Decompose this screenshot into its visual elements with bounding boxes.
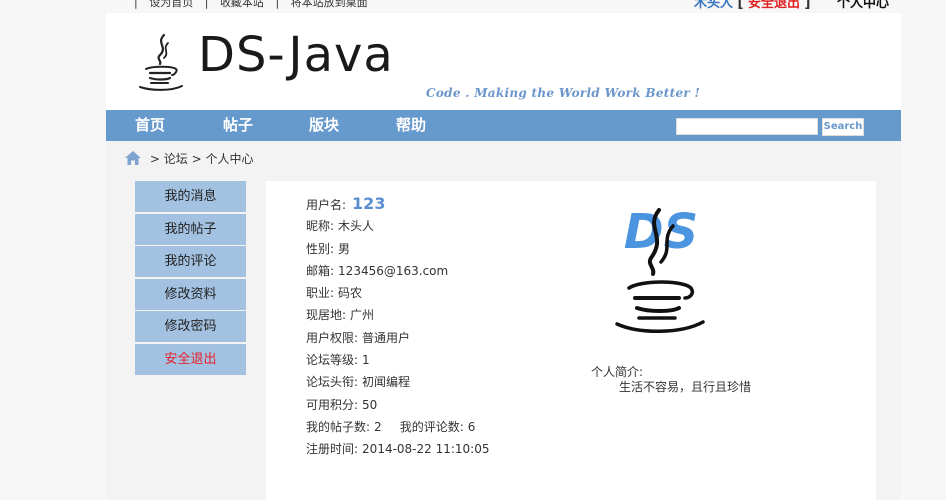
breadcrumb-current: 个人中心 (205, 152, 254, 166)
sidebar-item-my-comments[interactable]: 我的评论 (135, 246, 246, 277)
avatar-ds-badge-icon: DS (624, 206, 698, 260)
profile-row-register: 注册时间: 2014-08-22 11:10:05 (306, 438, 490, 460)
search-button[interactable]: Search (822, 118, 864, 136)
field-value: 50 (362, 397, 378, 412)
top-links: | 设为首页 | 收藏本站 | 将本站放到桌面 (126, 0, 368, 10)
field-label: 论坛头衔: (306, 375, 359, 390)
bio-text: 生活不容易，且行且珍惜 (619, 380, 752, 394)
bio-label: 个人简介: (591, 365, 644, 379)
field-value: 123456@163.com (338, 263, 449, 278)
sidebar-item-logout[interactable]: 安全退出 (135, 343, 246, 375)
field-label: 职业: (306, 286, 335, 301)
desktop-shortcut-link[interactable]: 将本站放到桌面 (291, 0, 368, 9)
field-value: 普通用户 (362, 330, 411, 345)
bracket: [ (737, 0, 749, 11)
svg-text:DS: DS (624, 206, 698, 260)
field-value: 1 (362, 353, 370, 368)
profile-info: 用户名: 123 昵称: 木头人 性别: 男 邮箱: 123456@163.com 职业… (306, 193, 490, 461)
comments-count-label: 我的评论数: (399, 419, 464, 434)
field-label: 论坛等级: (306, 353, 359, 368)
sidebar-item-my-posts[interactable]: 我的帖子 (135, 213, 246, 245)
field-label: 邮箱: (306, 263, 335, 278)
banner: DS-Java Code . Making the World Work Bet… (106, 13, 901, 110)
home-icon[interactable] (124, 150, 142, 166)
username-label: 用户名: (306, 198, 347, 212)
comments-count-value: 6 (467, 419, 476, 434)
field-value: 码农 (338, 286, 363, 301)
user-area: 木头人 [ 安全退出 ] 个人中心 (694, 0, 889, 11)
site-logo-text: DS-Java (198, 27, 394, 83)
breadcrumb-separator: > (191, 152, 202, 166)
sidebar-item-change-password[interactable]: 修改密码 (135, 311, 246, 342)
field-label: 性别: (306, 241, 335, 256)
profile-row: 邮箱: 123456@163.com (306, 260, 490, 282)
user-center-link[interactable]: 个人中心 (837, 0, 889, 11)
posts-count-value: 2 (374, 419, 382, 434)
profile-row: 论坛头衔: 初闻编程 (306, 371, 490, 393)
profile-row: 论坛等级: 1 (306, 349, 490, 371)
field-label: 可用积分: (306, 397, 359, 412)
field-label: 昵称: (306, 219, 335, 234)
field-label: 现居地: (306, 308, 347, 323)
username-value: 123 (352, 194, 386, 213)
profile-row: 用户权限: 普通用户 (306, 327, 490, 349)
profile-row: 性别: 男 (306, 238, 490, 260)
nav-item-home[interactable]: 首页 (135, 110, 165, 141)
divider: | (134, 0, 138, 9)
divider: | (204, 0, 209, 9)
breadcrumb-forum[interactable]: 论坛 (164, 152, 188, 166)
set-homepage-link[interactable]: 设为首页 (149, 0, 193, 9)
profile-row: 昵称: 木头人 (306, 215, 490, 237)
posts-count-label: 我的帖子数: (306, 419, 371, 434)
field-value: 男 (338, 241, 351, 256)
nav-item-posts[interactable]: 帖子 (223, 110, 253, 141)
profile-row: 可用积分: 50 (306, 394, 490, 416)
sidebar-item-edit-profile[interactable]: 修改资料 (135, 278, 246, 310)
divider: | (275, 0, 280, 9)
avatar: DS (615, 206, 705, 333)
profile-panel: 用户名: 123 昵称: 木头人 性别: 男 邮箱: 123456@163.com 职业… (266, 181, 876, 500)
register-time-label: 注册时间: (306, 442, 359, 457)
bio-section: 个人简介: 生活不容易，且行且珍惜 (591, 365, 751, 395)
nav-item-boards[interactable]: 版块 (309, 110, 339, 141)
nav-item-help[interactable]: 帮助 (396, 110, 426, 141)
register-time-value: 2014-08-22 11:10:05 (362, 442, 490, 457)
profile-row: 职业: 码农 (306, 282, 490, 304)
bookmark-link[interactable]: 收藏本站 (220, 0, 264, 9)
profile-row: 现居地: 广州 (306, 304, 490, 326)
current-username[interactable]: 木头人 (694, 0, 733, 11)
site-slogan: Code . Making the World Work Better ! (426, 86, 701, 100)
java-cup-logo-icon (139, 33, 183, 91)
top-logout-link[interactable]: 安全退出 (748, 0, 800, 11)
profile-row-counts: 我的帖子数: 2 我的评论数: 6 (306, 416, 490, 438)
breadcrumb: > 论坛 > 个人中心 (124, 150, 253, 168)
sidebar-item-messages[interactable]: 我的消息 (135, 181, 246, 212)
field-value: 广州 (350, 308, 375, 323)
page-container: DS-Java Code . Making the World Work Bet… (106, 13, 901, 500)
main-nav: 首页 帖子 版块 帮助 Search (106, 110, 901, 141)
search-input[interactable] (676, 118, 818, 135)
field-value: 初闻编程 (362, 375, 411, 390)
profile-row-username: 用户名: 123 (306, 193, 490, 215)
bracket: ] (800, 0, 811, 11)
field-label: 用户权限: (306, 330, 359, 345)
field-value: 木头人 (338, 219, 375, 234)
top-strip: | 设为首页 | 收藏本站 | 将本站放到桌面 木头人 [ 安全退出 ] 个人中… (106, 0, 901, 11)
breadcrumb-separator: > (149, 152, 160, 166)
sidebar: 我的消息 我的帖子 我的评论 修改资料 修改密码 安全退出 (135, 181, 246, 376)
